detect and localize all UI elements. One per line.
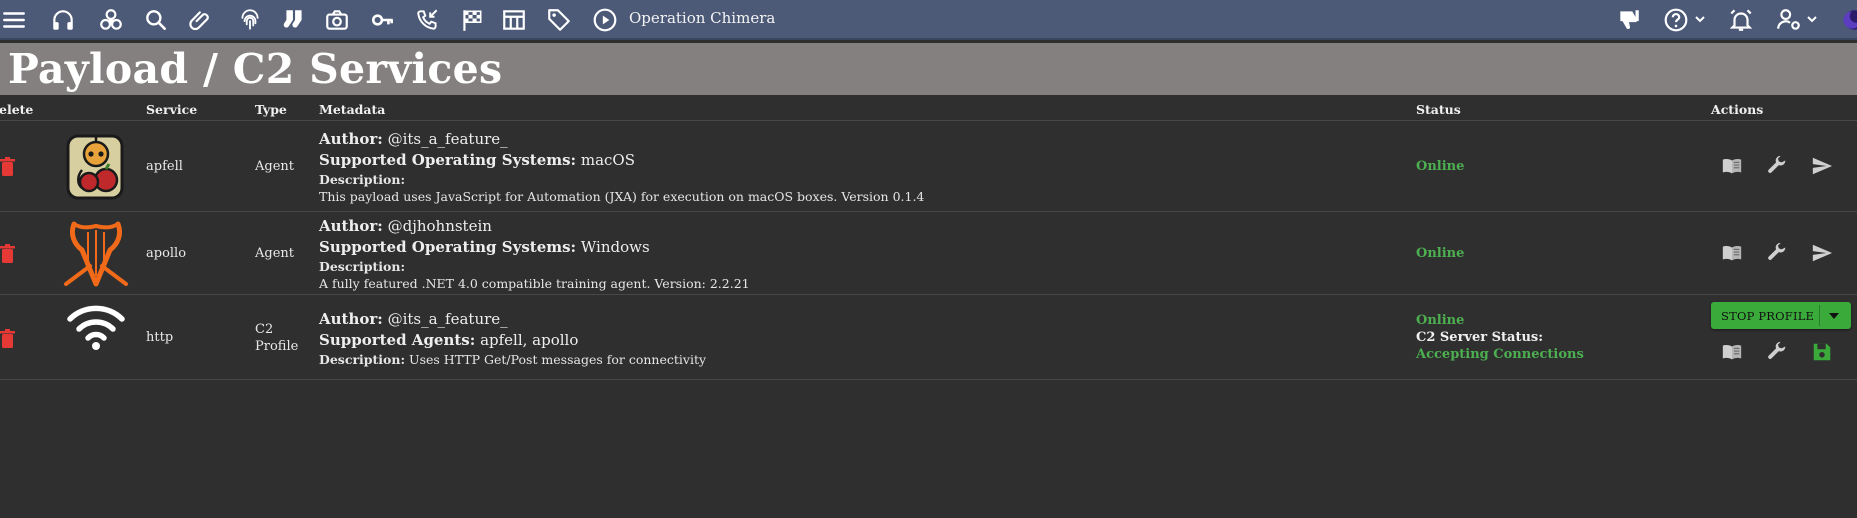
wifi-icon: [67, 305, 125, 350]
paperclip-icon[interactable]: [188, 6, 216, 34]
phone-callback-icon[interactable]: [414, 6, 442, 34]
description-label: Description:: [319, 259, 406, 274]
table-row: apfell Agent Author: @its_a_feature_ Sup…: [0, 122, 1857, 212]
trash-icon[interactable]: [0, 329, 16, 349]
save-button[interactable]: [1809, 339, 1835, 365]
os-value: macOS: [576, 151, 636, 169]
os-value: Windows: [576, 238, 650, 256]
author-label: Author:: [319, 310, 383, 328]
service-type: Agent: [255, 246, 294, 261]
operation-name[interactable]: Operation Chimera: [629, 9, 775, 27]
os-label: Supported Operating Systems:: [319, 151, 577, 169]
search-icon[interactable]: [142, 6, 170, 34]
socks-icon[interactable]: [280, 6, 308, 34]
author-label: Author:: [319, 130, 383, 148]
column-header-actions: Actions: [1711, 102, 1764, 117]
save-icon: [1813, 343, 1831, 361]
configure-button[interactable]: [1764, 153, 1790, 179]
page-title: Payload / C2 Services: [8, 45, 503, 93]
send-button[interactable]: [1809, 153, 1835, 179]
configure-button[interactable]: [1764, 339, 1790, 365]
table-row: http C2 Profile Author: @its_a_feature_ …: [0, 295, 1857, 380]
documentation-button[interactable]: [1719, 339, 1745, 365]
os-label: Supported Operating Systems:: [319, 238, 577, 256]
configure-button[interactable]: [1764, 240, 1790, 266]
biohazard-icon[interactable]: [97, 6, 125, 34]
service-type: Agent: [255, 159, 294, 174]
metadata-block: Author: @its_a_feature_ Supported Operat…: [319, 130, 924, 204]
author-value: @djhohnstein: [382, 217, 492, 235]
table-icon[interactable]: [500, 6, 528, 34]
stop-profile-button[interactable]: STOP PROFILE: [1711, 302, 1851, 329]
column-header-metadata: Metadata: [319, 102, 386, 117]
column-header-service: Service: [146, 102, 198, 117]
status-badge: Online: [1416, 159, 1465, 174]
wrench-icon: [1768, 155, 1786, 173]
wrench-icon: [1768, 341, 1786, 359]
key-icon[interactable]: [369, 6, 397, 34]
table-header: elete Service Type Metadata Status Actio…: [0, 97, 1857, 121]
book-icon: [1722, 158, 1742, 174]
headphones-icon[interactable]: [49, 6, 77, 34]
chevron-down-icon[interactable]: [1805, 12, 1819, 26]
description-label: Description:: [319, 352, 406, 367]
supported-agents-label: Supported Agents:: [319, 331, 476, 349]
description-value: A fully featured .NET 4.0 compatible tra…: [319, 276, 750, 291]
stop-profile-label: STOP PROFILE: [1721, 309, 1815, 323]
tag-icon[interactable]: [545, 6, 573, 34]
user-settings-icon[interactable]: [1775, 6, 1803, 34]
metadata-block: Author: @djhohnstein Supported Operating…: [319, 217, 750, 291]
metadata-block: Author: @its_a_feature_ Supported Agents…: [319, 310, 706, 367]
documentation-button[interactable]: [1719, 240, 1745, 266]
description-label: Description:: [319, 172, 406, 187]
author-value: @its_a_feature_: [382, 310, 508, 328]
service-type: C2: [255, 322, 274, 337]
book-icon: [1722, 344, 1742, 360]
service-name: http: [146, 330, 174, 345]
apfell-logo: [66, 134, 124, 200]
checkered-flag-icon[interactable]: [458, 6, 486, 34]
service-type-cont: Profile: [255, 339, 299, 354]
status-badge: Online: [1416, 313, 1465, 328]
book-icon: [1722, 245, 1742, 261]
table-row: apollo Agent Author: @djhohnstein Suppor…: [0, 212, 1857, 295]
button-divider: [1819, 305, 1820, 326]
send-button[interactable]: [1809, 240, 1835, 266]
service-name: apollo: [146, 246, 187, 261]
status-badge: Online: [1416, 246, 1465, 261]
wrench-icon: [1768, 242, 1786, 260]
fingerprint-icon[interactable]: [236, 6, 264, 34]
alarm-icon[interactable]: [1727, 6, 1755, 34]
camera-icon[interactable]: [323, 6, 351, 34]
menu-icon[interactable]: [0, 6, 28, 34]
supported-agents-value: apfell, apollo: [475, 331, 579, 349]
trash-icon[interactable]: [0, 244, 16, 264]
author-value: @its_a_feature_: [382, 130, 508, 148]
description-value: Uses HTTP Get/Post messages for connecti…: [405, 352, 707, 367]
trash-icon[interactable]: [0, 157, 16, 177]
author-label: Author:: [319, 217, 383, 235]
dropdown-arrow-icon[interactable]: [1827, 310, 1841, 322]
top-navigation-bar: Operation Chimera: [0, 0, 1857, 40]
c2-server-status-value: Accepting Connections: [1416, 347, 1584, 362]
help-icon[interactable]: [1662, 6, 1690, 34]
chevron-down-icon[interactable]: [1693, 12, 1707, 26]
send-icon: [1812, 157, 1833, 175]
column-header-delete: elete: [0, 102, 34, 117]
column-header-status: Status: [1416, 102, 1461, 117]
service-name: apfell: [146, 159, 183, 174]
send-icon: [1812, 244, 1833, 262]
page-title-band: Payload / C2 Services: [0, 43, 1857, 95]
c2-server-status-label: C2 Server Status:: [1416, 330, 1544, 345]
moon-icon[interactable]: [1838, 6, 1857, 34]
thumbs-down-icon[interactable]: [1615, 6, 1643, 34]
column-header-type: Type: [255, 102, 287, 117]
play-circle-icon[interactable]: [591, 6, 619, 34]
documentation-button[interactable]: [1719, 153, 1745, 179]
apollo-logo: [64, 221, 128, 287]
description-value: This payload uses JavaScript for Automat…: [319, 189, 925, 204]
